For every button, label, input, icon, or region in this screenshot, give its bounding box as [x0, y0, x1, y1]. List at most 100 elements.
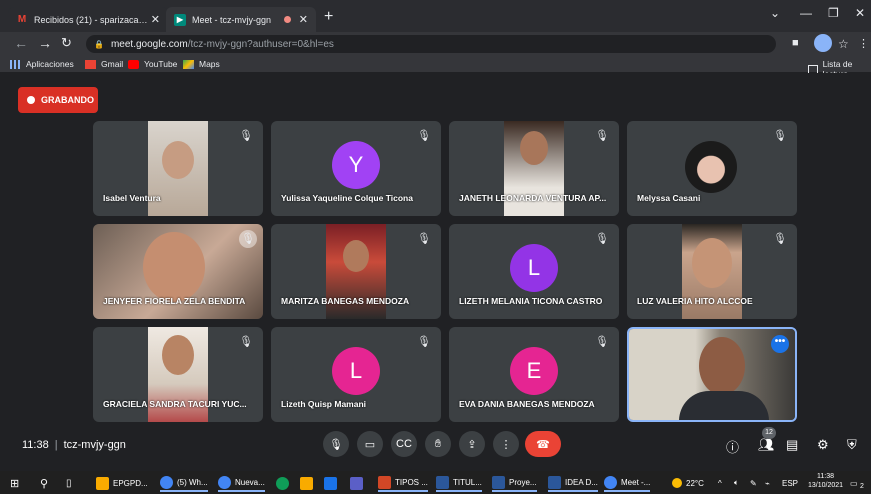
mic-off-icon: 🎙︎ — [595, 336, 609, 348]
suit — [679, 391, 769, 420]
participant-tile[interactable]: 🎙︎ Melyssa Casani — [627, 121, 797, 216]
task-view-icon[interactable]: ▯ — [66, 474, 72, 492]
recording-indicator-icon — [283, 16, 291, 23]
taskbar-app[interactable]: Proye... — [492, 474, 537, 492]
network-icon[interactable]: ⌁ — [765, 474, 770, 492]
meeting-details-icon[interactable]: ⓘ — [726, 437, 739, 456]
participant-tile[interactable]: L 🎙︎ LIZETH MELANIA TICONA CASTRO — [449, 224, 619, 319]
address-bar[interactable]: 🔒 meet.google.com/tcz-mvjy-ggn?authuser=… — [86, 35, 776, 53]
powerpoint-icon — [378, 475, 391, 489]
camera-button[interactable]: ▭ — [357, 431, 383, 457]
word-icon — [436, 475, 449, 489]
participant-name: MARITZA BANEGAS MENDOZA — [281, 296, 410, 306]
leave-call-button[interactable]: ☎︎ — [525, 431, 561, 457]
participant-name: Yulissa Yaqueline Colque Ticona — [281, 193, 413, 203]
participant-name: LUZ VALERIA HITO ALCCOE — [637, 296, 753, 306]
app-label: Proye... — [509, 477, 537, 487]
reload-icon[interactable]: ↻ — [61, 35, 72, 51]
bookmark-apps[interactable]: Aplicaciones — [10, 59, 74, 69]
meeting-code: tcz-mvjy-ggn — [63, 439, 126, 451]
more-options-button[interactable]: ••• — [771, 335, 789, 353]
close-window-button[interactable]: ✕ — [855, 6, 865, 20]
participant-avatar: E — [510, 346, 558, 395]
self-view-tile[interactable]: ••• — [627, 327, 797, 422]
edge-icon[interactable] — [276, 474, 293, 492]
chrome-icon — [604, 475, 617, 489]
host-controls-icon[interactable]: ⛨ — [847, 437, 857, 453]
tab-meet[interactable]: ▶ Meet - tcz-mvjy-ggn ✕ — [166, 7, 316, 32]
bookmark-gmail[interactable]: Gmail — [85, 59, 123, 69]
volume-icon[interactable]: 🔈︎ — [734, 474, 739, 492]
windows-taskbar: ⊞ ⚲ ▯ EPGPD... (5) Wh... Nueva... TIPOS … — [0, 471, 871, 494]
taskbar-app[interactable]: TIPOS ... — [378, 474, 428, 492]
raise-hand-button[interactable]: ✋︎ — [425, 431, 451, 457]
app-label: Nueva... — [235, 477, 265, 487]
app-label: TITUL... — [453, 477, 482, 487]
bookmark-maps[interactable]: Maps — [183, 59, 220, 69]
taskbar-app[interactable]: Meet -... — [604, 474, 651, 492]
menu-kebab-icon[interactable]: ⋮ — [858, 37, 869, 50]
taskbar-app[interactable]: (5) Wh... — [160, 474, 208, 492]
activities-icon[interactable]: ⚙︎ — [817, 437, 829, 453]
back-arrow-icon[interactable]: ← — [14, 35, 28, 51]
teams-icon[interactable] — [350, 474, 367, 492]
page-gap — [0, 463, 871, 471]
browser-tab-strip: M Recibidos (21) - sparizaca@epg... ✕ ▶ … — [0, 0, 871, 32]
participant-tile[interactable]: 🎙︎ Isabel Ventura — [93, 121, 263, 216]
notifications-icon[interactable]: ▭ — [850, 474, 858, 492]
tab-gmail[interactable]: M Recibidos (21) - sparizaca@epg... ✕ — [8, 7, 168, 32]
more-options-button[interactable]: ⋮ — [493, 431, 519, 457]
search-icon[interactable]: ⚲ — [40, 474, 48, 492]
bookmark-youtube[interactable]: YouTube — [128, 59, 177, 69]
store-icon[interactable] — [300, 474, 317, 492]
meeting-info: 11:38 | tcz-mvjy-ggn — [22, 439, 126, 451]
meet-main: GRABANDO 🎙︎ Isabel Ventura Y 🎙︎ Yulissa … — [0, 73, 871, 463]
chat-icon[interactable]: ▤ — [786, 437, 798, 453]
windows-start-icon[interactable]: ⊞ — [10, 474, 19, 492]
present-button[interactable]: ⇪ — [459, 431, 485, 457]
tab-search-icon[interactable]: ⌄ — [770, 6, 780, 20]
language-indicator[interactable]: ESP — [782, 474, 798, 492]
taskbar-app[interactable]: Nueva... — [218, 474, 265, 492]
close-tab-icon[interactable]: ✕ — [151, 13, 160, 26]
people-icon[interactable]: 👥︎ — [758, 437, 775, 453]
microphone-icon: 🎙︎ — [329, 438, 343, 451]
chrome-icon — [160, 475, 173, 489]
mail-icon[interactable] — [324, 474, 341, 492]
meeting-controls: 11:38 | tcz-mvjy-ggn 🎙︎ ▭ CC ✋︎ ⇪ ⋮ ☎︎ ⓘ 👥… — [0, 427, 871, 463]
participant-tile[interactable]: 🎙︎ LUZ VALERIA HITO ALCCOE — [627, 224, 797, 319]
camera-in-use-icon[interactable]: ■ — [792, 37, 799, 49]
microphone-button[interactable]: 🎙︎ — [323, 431, 349, 457]
bookmark-star-icon[interactable]: ☆ — [838, 37, 849, 51]
mic-off-icon: 🎙︎ — [239, 336, 253, 348]
maximize-button[interactable]: ❐ — [828, 6, 839, 20]
weather-widget[interactable]: 22°C — [672, 474, 704, 492]
notification-count: 2 — [860, 483, 864, 490]
profile-avatar[interactable] — [814, 34, 832, 52]
forward-arrow-icon[interactable]: → — [38, 35, 52, 51]
mic-off-icon: 🎙︎ — [595, 233, 609, 245]
participant-name: JENYFER FIORELA ZELA BENDITA — [103, 296, 246, 306]
system-tray-chevron-icon[interactable]: ^ — [718, 474, 722, 492]
participant-tile[interactable]: L 🎙︎ Lizeth Quisp Mamani — [271, 327, 441, 422]
taskbar-app[interactable]: IDEA D... — [548, 474, 598, 492]
recording-button[interactable]: GRABANDO — [18, 87, 98, 113]
pen-icon[interactable]: ✎ — [750, 474, 757, 492]
taskbar-app[interactable]: EPGPD... — [96, 474, 148, 492]
participant-tile[interactable]: 🎙︎ GRACIELA SANDRA TACURI YUC... — [93, 327, 263, 422]
close-tab-icon[interactable]: ✕ — [299, 13, 308, 26]
participant-avatar: L — [332, 346, 380, 395]
taskbar-app[interactable]: TITUL... — [436, 474, 482, 492]
participant-tile[interactable]: 🎙︎ JANETH LEONARDA VENTURA AP... — [449, 121, 619, 216]
participant-name: Melyssa Casani — [637, 193, 701, 203]
participant-tile[interactable]: E 🎙︎ EVA DANIA BANEGAS MENDOZA — [449, 327, 619, 422]
participant-tile[interactable]: Y 🎙︎ Yulissa Yaqueline Colque Ticona — [271, 121, 441, 216]
new-tab-button[interactable]: + — [324, 8, 333, 26]
participant-tile[interactable]: 🎙︎ MARITZA BANEGAS MENDOZA — [271, 224, 441, 319]
folder-icon — [96, 476, 109, 490]
captions-button[interactable]: CC — [391, 431, 417, 457]
minimize-button[interactable]: — — [800, 6, 812, 20]
clock[interactable]: 11:38 13/10/2021 — [808, 472, 843, 492]
participant-tile[interactable]: 🎙︎ JENYFER FIORELA ZELA BENDITA — [93, 224, 263, 319]
youtube-icon — [128, 59, 139, 69]
